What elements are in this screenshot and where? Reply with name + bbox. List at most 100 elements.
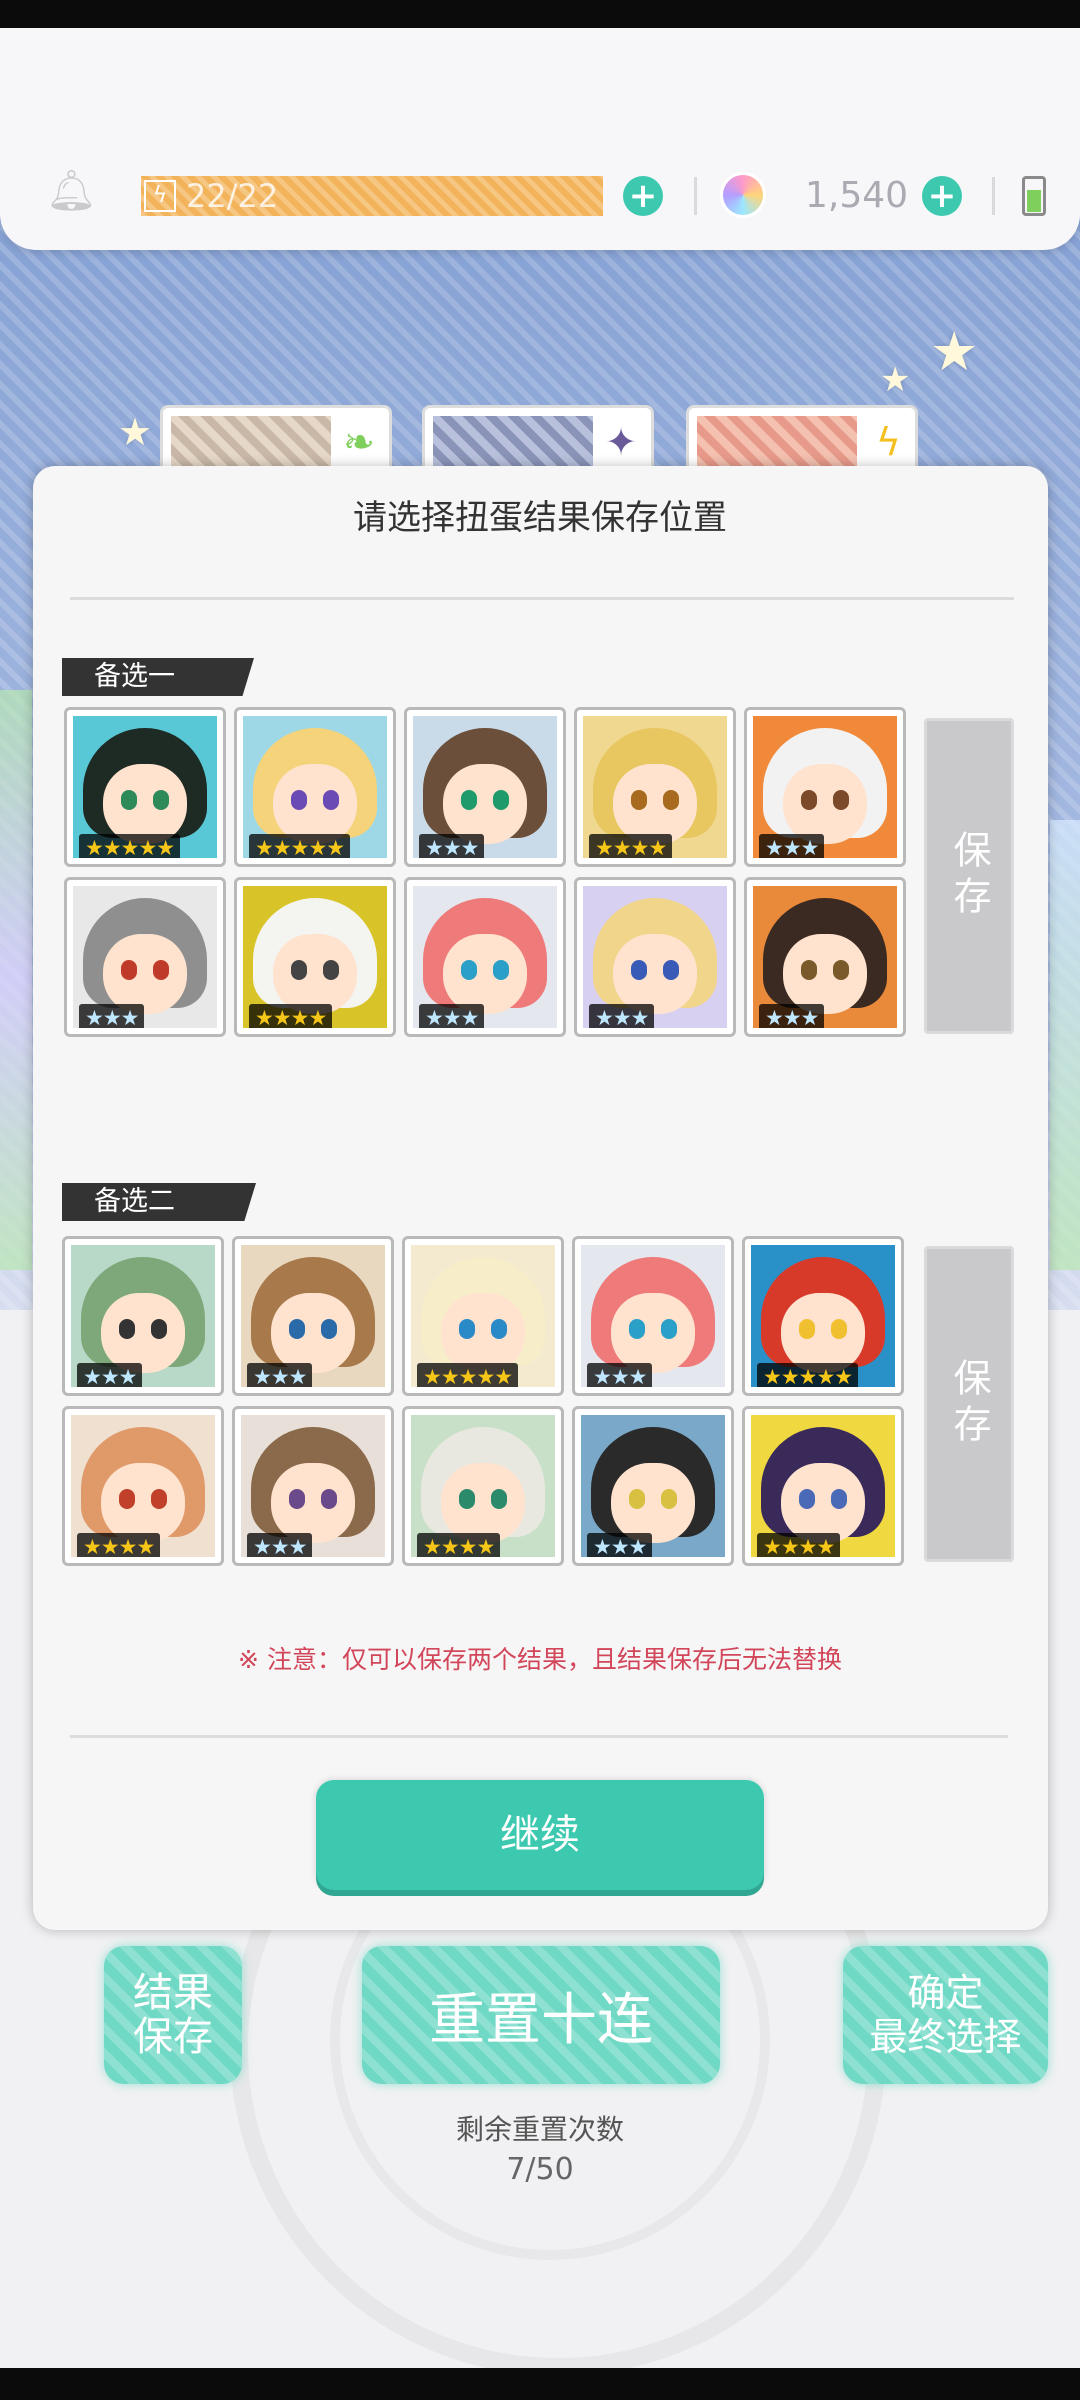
portrait-eye <box>291 790 307 810</box>
portrait-eye <box>153 790 169 810</box>
character-portrait: ★★★ <box>241 1245 385 1387</box>
rarity-stars-icon: ★★★★ <box>417 1533 501 1557</box>
portrait-face <box>443 764 527 844</box>
portrait-eye <box>833 960 849 980</box>
character-slot[interactable]: ★★★★ <box>574 707 736 867</box>
portrait-eye <box>321 1489 337 1509</box>
portrait-eye <box>151 1319 167 1339</box>
character-slot[interactable]: ★★★ <box>572 1406 734 1566</box>
rarity-stars-icon: ★★★ <box>247 1533 313 1557</box>
lightning-icon: ϟ <box>875 420 901 464</box>
save-option-one-button[interactable]: 保存 <box>924 718 1014 1034</box>
portrait-face <box>273 934 357 1014</box>
character-portrait: ★★★★ <box>243 886 387 1028</box>
portrait-face <box>101 1463 185 1543</box>
rarity-stars-icon: ★★★★★ <box>757 1363 859 1387</box>
character-slot[interactable]: ★★★ <box>574 877 736 1037</box>
rarity-stars-icon: ★★★ <box>759 1004 825 1028</box>
character-slot[interactable]: ★★★ <box>404 877 566 1037</box>
portrait-eye <box>289 1319 305 1339</box>
rarity-stars-icon: ★★★★★ <box>79 834 181 858</box>
portrait-face <box>613 934 697 1014</box>
rarity-stars-icon: ★★★★★ <box>417 1363 519 1387</box>
portrait-eye <box>119 1489 135 1509</box>
option-two-label: 备选二 <box>62 1183 256 1221</box>
gem-icon <box>720 172 766 218</box>
character-slot[interactable]: ★★★ <box>744 877 906 1037</box>
portrait-eye <box>119 1319 135 1339</box>
character-slot[interactable]: ★★★★★ <box>234 707 396 867</box>
character-portrait: ★★★ <box>71 1245 215 1387</box>
character-slot[interactable]: ★★★★ <box>742 1406 904 1566</box>
note-divider <box>70 1735 1008 1738</box>
portrait-eye <box>831 1489 847 1509</box>
character-slot[interactable]: ★★★★★ <box>402 1236 564 1396</box>
portrait-eye <box>493 960 509 980</box>
portrait-eye <box>831 1319 847 1339</box>
portrait-eye <box>493 790 509 810</box>
navigation-bar <box>0 2368 1080 2400</box>
stamina-value: 22/22 <box>186 177 279 215</box>
portrait-eye <box>291 960 307 980</box>
character-slot[interactable]: ★★★★ <box>234 877 396 1037</box>
character-portrait: ★★★ <box>581 1245 725 1387</box>
portrait-eye <box>833 790 849 810</box>
continue-button[interactable]: 继续 <box>316 1780 764 1890</box>
character-slot[interactable]: ★★★ <box>744 707 906 867</box>
portrait-face <box>611 1463 695 1543</box>
portrait-eye <box>153 960 169 980</box>
portrait-eye <box>323 790 339 810</box>
portrait-face <box>781 1463 865 1543</box>
portrait-eye <box>323 960 339 980</box>
save-result-button[interactable]: 结果 保存 <box>104 1946 242 2084</box>
portrait-face <box>611 1293 695 1373</box>
character-slot[interactable]: ★★★★ <box>62 1406 224 1566</box>
character-slot[interactable]: ★★★ <box>64 877 226 1037</box>
title-divider <box>70 597 1014 600</box>
character-portrait: ★★★★ <box>71 1415 215 1557</box>
character-slot[interactable]: ★★★ <box>232 1406 394 1566</box>
character-portrait: ★★★ <box>241 1415 385 1557</box>
leaf-icon: ❧ <box>343 420 375 464</box>
rarity-stars-icon: ★★★★ <box>249 1004 333 1028</box>
character-slot[interactable]: ★★★ <box>572 1236 734 1396</box>
save-warning-note: ※ 注意：仅可以保存两个结果，且结果保存后无法替换 <box>238 1645 842 1674</box>
portrait-eye <box>629 1489 645 1509</box>
reset-ten-pull-button[interactable]: 重置十连 <box>362 1946 720 2084</box>
shuriken-icon: ✦ <box>605 420 637 464</box>
character-slot[interactable]: ★★★★★ <box>64 707 226 867</box>
character-portrait: ★★★★★ <box>411 1245 555 1387</box>
character-slot[interactable]: ★★★★★ <box>742 1236 904 1396</box>
rarity-stars-icon: ★★★★ <box>77 1533 161 1557</box>
portrait-eye <box>491 1319 507 1339</box>
save-option-two-button[interactable]: 保存 <box>924 1246 1014 1562</box>
portrait-face <box>441 1463 525 1543</box>
add-gems-button[interactable]: + <box>922 176 962 216</box>
portrait-eye <box>321 1319 337 1339</box>
portrait-eye <box>801 960 817 980</box>
add-stamina-button[interactable]: + <box>623 176 663 216</box>
notification-bell-icon[interactable]: 🔔︎ <box>46 168 97 214</box>
portrait-face <box>783 934 867 1014</box>
portrait-eye <box>461 960 477 980</box>
character-slot[interactable]: ★★★★ <box>402 1406 564 1566</box>
top-hud <box>0 28 1080 250</box>
reset-ten-pull-label: 重置十连 <box>429 1987 653 2053</box>
character-slot[interactable]: ★★★ <box>62 1236 224 1396</box>
character-slot[interactable]: ★★★ <box>232 1236 394 1396</box>
character-portrait: ★★★ <box>413 886 557 1028</box>
portrait-face <box>271 1293 355 1373</box>
portrait-eye <box>121 790 137 810</box>
portrait-face <box>273 764 357 844</box>
confirm-final-choice-button[interactable]: 确定 最终选择 <box>843 1946 1048 2084</box>
rarity-stars-icon: ★★★ <box>589 1004 655 1028</box>
portrait-eye <box>631 960 647 980</box>
option-one-label: 备选一 <box>62 658 254 696</box>
character-slot[interactable]: ★★★ <box>404 707 566 867</box>
portrait-eye <box>661 1319 677 1339</box>
hud-separator <box>992 177 995 215</box>
portrait-eye <box>799 1319 815 1339</box>
rarity-stars-icon: ★★★ <box>759 834 825 858</box>
rarity-stars-icon: ★★★ <box>79 1004 145 1028</box>
sparkle-star-icon: ★ <box>930 320 979 383</box>
